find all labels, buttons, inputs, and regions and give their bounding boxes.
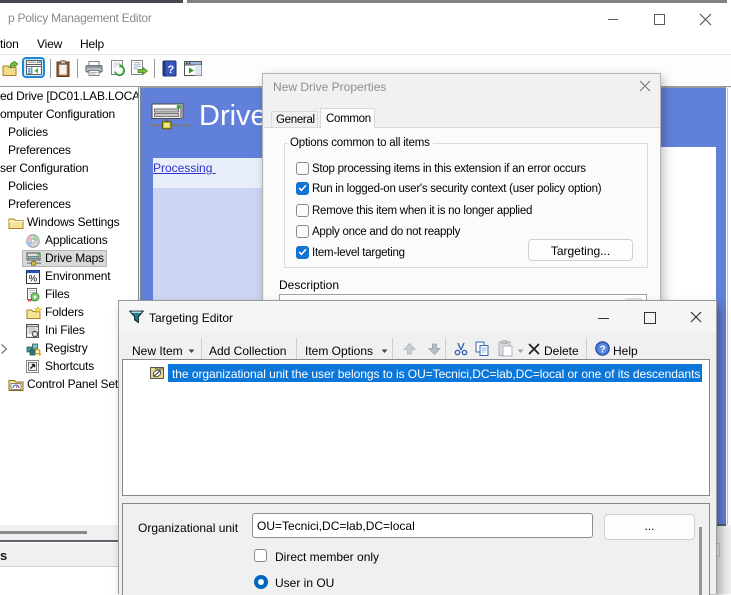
svg-text:%: % (29, 273, 38, 284)
svg-text:?: ? (168, 64, 175, 76)
svg-text:?: ? (600, 344, 606, 355)
